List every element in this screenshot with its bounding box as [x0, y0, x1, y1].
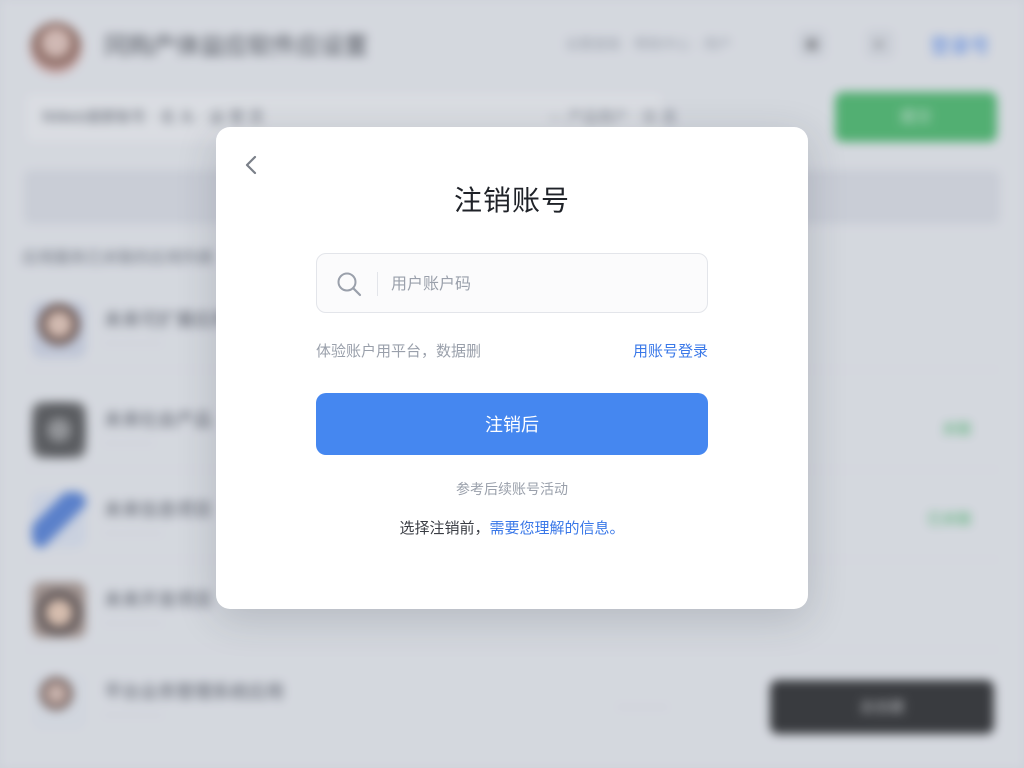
notice-line: 选择注销前，需要您理解的信息。: [216, 517, 808, 538]
dialog-title: 注销账号: [453, 184, 570, 217]
search-icon: [337, 272, 362, 297]
account-activity-note: 参考后续账号活动: [456, 482, 568, 498]
input-divider: [377, 272, 378, 296]
hint-text: 体验账户用平台，数据删: [316, 342, 482, 360]
chevron-left-icon: [245, 155, 257, 175]
deactivate-button[interactable]: 注销后: [316, 393, 708, 455]
account-input-container[interactable]: [316, 253, 708, 313]
notice-info-link[interactable]: 需要您理解的信息。: [490, 519, 625, 537]
deactivate-account-dialog: 注销账号 体验账户用平台，数据删 用账号登录 注销后 参考后续账号活动 选择注销…: [216, 127, 808, 609]
back-button[interactable]: [238, 149, 266, 181]
account-code-input[interactable]: [391, 254, 691, 312]
notice-text: 选择注销前，: [399, 519, 490, 537]
login-with-account-link[interactable]: 用账号登录: [633, 340, 708, 361]
